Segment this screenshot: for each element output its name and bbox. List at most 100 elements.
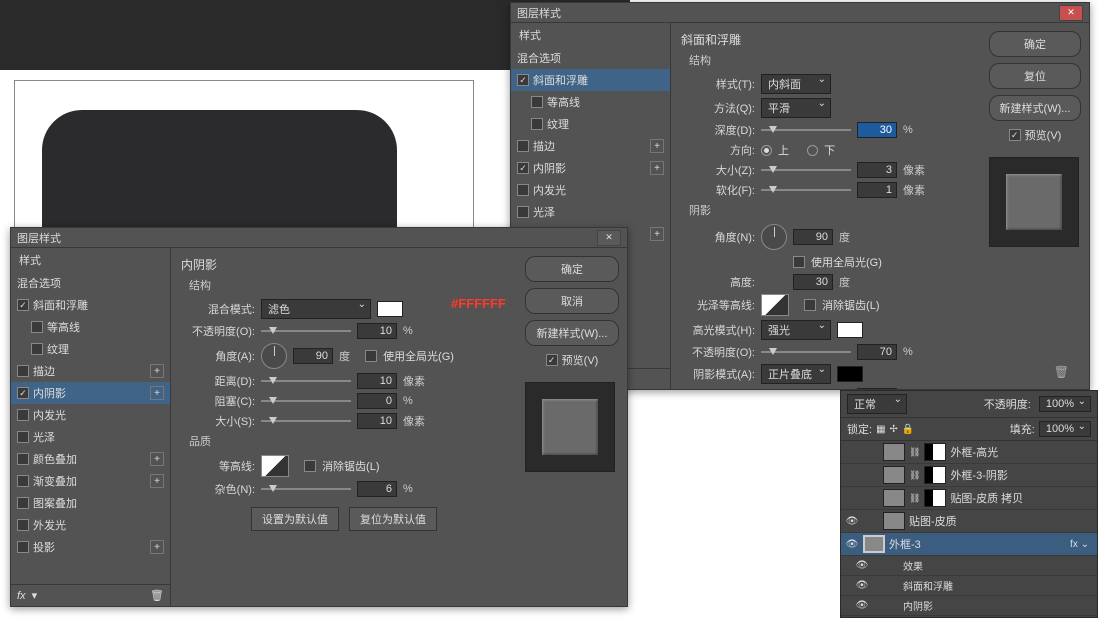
close-button[interactable]: ✕ (597, 230, 621, 246)
reset-button[interactable]: 复位 (989, 63, 1081, 89)
layer-row[interactable]: 👁贴图-皮质 (841, 510, 1097, 533)
lock-position-icon[interactable]: ✢ (890, 424, 898, 435)
layer-row[interactable]: ⛓贴图-皮质 拷贝 (841, 487, 1097, 510)
size-input[interactable]: 10 (357, 413, 397, 429)
antialias-checkbox[interactable] (804, 299, 816, 311)
contour-picker[interactable] (261, 455, 289, 477)
reset-default-button[interactable]: 复位为默认值 (349, 507, 437, 531)
row-stroke[interactable]: 描边+ (11, 360, 170, 382)
global-light-checkbox[interactable] (365, 350, 377, 362)
close-button[interactable]: ✕ (1059, 5, 1083, 21)
cancel-button[interactable]: 取消 (525, 288, 619, 314)
row-texture[interactable]: 纹理 (511, 113, 670, 135)
layer-row[interactable]: ⛓外框-高光 (841, 441, 1097, 464)
noise-input[interactable]: 6 (357, 481, 397, 497)
add-icon[interactable]: + (650, 161, 664, 175)
choke-slider[interactable] (261, 400, 351, 402)
size-input[interactable]: 3 (857, 162, 897, 178)
choke-input[interactable]: 0 (357, 393, 397, 409)
blend-mode-dropdown[interactable]: 正常 (847, 394, 907, 414)
shadow-color-swatch[interactable] (837, 366, 863, 382)
color-swatch[interactable] (377, 301, 403, 317)
visibility-icon[interactable]: 👁 (855, 580, 869, 591)
preview-checkbox[interactable] (1009, 129, 1021, 141)
depth-input[interactable]: 30 (857, 122, 897, 138)
opacity-input[interactable]: 10 (357, 323, 397, 339)
visibility-icon[interactable]: 👁 (845, 516, 859, 527)
fx-badge[interactable]: fx ⌄ (1070, 539, 1093, 550)
dir-up-radio[interactable] (761, 145, 772, 156)
depth-slider[interactable] (761, 129, 851, 131)
gloss-contour-picker[interactable] (761, 294, 789, 316)
lock-pixels-icon[interactable]: ▦ (876, 424, 885, 435)
chevron-icon[interactable]: ▾ (32, 589, 38, 602)
row-stroke[interactable]: 描边+ (511, 135, 670, 157)
row-satin[interactable]: 光泽 (11, 426, 170, 448)
angle-dial[interactable] (261, 343, 287, 369)
layer-row[interactable]: ⛓外框-3-阴影 (841, 464, 1097, 487)
mask-thumbnail[interactable] (924, 443, 946, 461)
row-outer-glow[interactable]: 外发光 (11, 514, 170, 536)
visibility-icon[interactable]: 👁 (855, 600, 869, 611)
highlight-opacity-input[interactable]: 70 (857, 344, 897, 360)
row-bevel[interactable]: 斜面和浮雕 (11, 294, 170, 316)
mask-thumbnail[interactable] (924, 489, 946, 507)
noise-slider[interactable] (261, 488, 351, 490)
highlight-opacity-slider[interactable] (761, 351, 851, 353)
angle-dial[interactable] (761, 224, 787, 250)
effect-inner-shadow-row[interactable]: 👁内阴影 (841, 596, 1097, 616)
layer-row[interactable]: 👁外框-3fx ⌄ (841, 533, 1097, 556)
row-inner-glow[interactable]: 内发光 (11, 404, 170, 426)
row-drop-shadow[interactable]: 投影+ (11, 536, 170, 558)
layer-thumbnail[interactable] (883, 489, 905, 507)
distance-slider[interactable] (261, 380, 351, 382)
row-pattern-overlay[interactable]: 图案叠加 (11, 492, 170, 514)
row-blend-options[interactable]: 混合选项 (511, 47, 670, 69)
row-contour[interactable]: 等高线 (511, 91, 670, 113)
row-blend-options[interactable]: 混合选项 (11, 272, 170, 294)
row-bevel[interactable]: 斜面和浮雕 (511, 69, 670, 91)
shadow-mode-dropdown[interactable]: 正片叠底 (761, 364, 831, 384)
row-color-overlay[interactable]: 颜色叠加+ (11, 448, 170, 470)
trash-icon[interactable]: 🗑 (150, 589, 164, 602)
fx-icon[interactable]: fx (17, 590, 26, 602)
soften-slider[interactable] (761, 189, 851, 191)
add-icon[interactable]: + (150, 364, 164, 378)
highlight-mode-dropdown[interactable]: 强光 (761, 320, 831, 340)
make-default-button[interactable]: 设置为默认值 (251, 507, 339, 531)
visibility-icon[interactable]: 👁 (855, 560, 869, 571)
new-style-button[interactable]: 新建样式(W)... (525, 320, 619, 346)
row-contour[interactable]: 等高线 (11, 316, 170, 338)
opacity-slider[interactable] (261, 330, 351, 332)
row-inner-shadow[interactable]: 内阴影+ (511, 157, 670, 179)
new-style-button[interactable]: 新建样式(W)... (989, 95, 1081, 121)
row-inner-glow[interactable]: 内发光 (511, 179, 670, 201)
shadow-opacity-input[interactable]: 45 (857, 388, 897, 389)
preview-checkbox[interactable] (546, 354, 558, 366)
distance-input[interactable]: 10 (357, 373, 397, 389)
layer-opacity-dropdown[interactable]: 100% (1039, 396, 1091, 412)
trash-icon[interactable]: 🗑 (1054, 365, 1069, 379)
layer-fill-dropdown[interactable]: 100% (1039, 421, 1091, 437)
lock-all-icon[interactable]: 🔒 (902, 424, 914, 435)
add-icon[interactable]: + (150, 540, 164, 554)
technique-dropdown[interactable]: 平滑 (761, 98, 831, 118)
row-inner-shadow[interactable]: 内阴影+ (11, 382, 170, 404)
dir-down-radio[interactable] (807, 145, 818, 156)
effects-row[interactable]: 👁效果 (841, 556, 1097, 576)
row-texture[interactable]: 纹理 (11, 338, 170, 360)
row-gradient-overlay[interactable]: 渐变叠加+ (11, 470, 170, 492)
visibility-icon[interactable]: 👁 (845, 539, 859, 550)
size-slider[interactable] (261, 420, 351, 422)
layer-thumbnail[interactable] (883, 466, 905, 484)
ok-button[interactable]: 确定 (525, 256, 619, 282)
add-icon[interactable]: + (650, 139, 664, 153)
layer-thumbnail[interactable] (883, 512, 905, 530)
altitude-input[interactable]: 30 (793, 274, 833, 290)
style-dropdown[interactable]: 内斜面 (761, 74, 831, 94)
add-icon[interactable]: + (150, 452, 164, 466)
add-icon[interactable]: + (650, 227, 664, 241)
highlight-color-swatch[interactable] (837, 322, 863, 338)
angle-input[interactable]: 90 (293, 348, 333, 364)
row-satin[interactable]: 光泽 (511, 201, 670, 223)
